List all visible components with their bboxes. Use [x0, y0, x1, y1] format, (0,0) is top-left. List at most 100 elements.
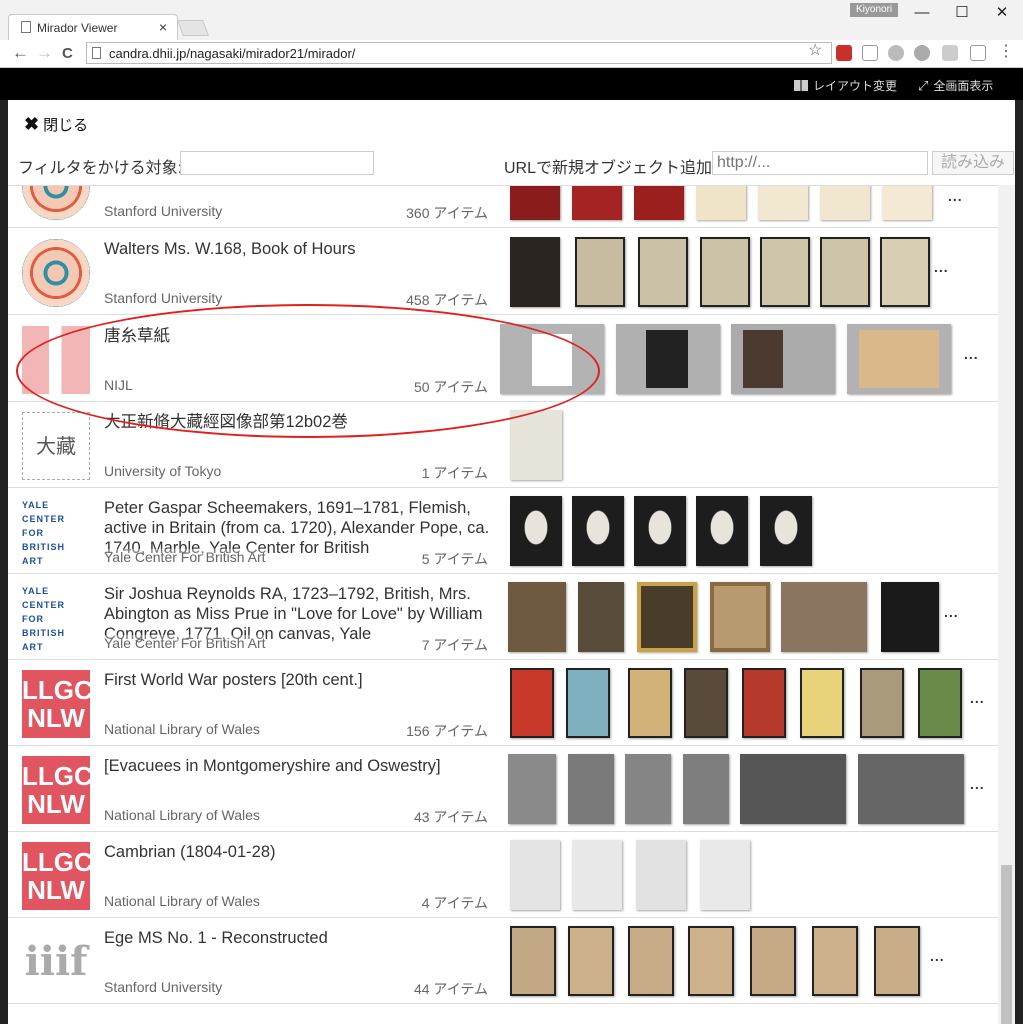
thumbnail[interactable]	[874, 926, 920, 996]
more-button[interactable]: ...	[948, 188, 963, 204]
maximize-button[interactable]: ☐	[942, 2, 982, 26]
more-button[interactable]: ...	[944, 604, 959, 620]
browser-tab[interactable]: Mirador Viewer ×	[8, 14, 178, 40]
bookmark-star-icon[interactable]: ☆	[808, 40, 822, 60]
thumbnail[interactable]	[696, 186, 746, 220]
thumbnail[interactable]	[700, 840, 750, 910]
globe-extension-icon[interactable]	[914, 45, 930, 61]
thumbnail[interactable]	[572, 496, 624, 566]
list-item[interactable]: YALE CENTER FOR BRITISH ART Sir Joshua R…	[8, 574, 998, 660]
thumbnail[interactable]	[820, 237, 870, 307]
thumbnail[interactable]	[858, 754, 964, 824]
provider-name: University of Tokyo	[104, 463, 222, 479]
thumbnail[interactable]	[566, 668, 610, 738]
thumbnail[interactable]	[578, 582, 624, 652]
minimize-button[interactable]: —	[902, 2, 942, 26]
thumbnail[interactable]	[637, 582, 697, 652]
list-item[interactable]: LLGC NLW [Evacuees in Montgomeryshire an…	[8, 746, 998, 832]
manifest-url-input[interactable]	[712, 151, 928, 175]
thumbnail[interactable]	[710, 582, 770, 652]
circle-extension-icon[interactable]	[888, 45, 904, 61]
more-button[interactable]: ...	[934, 259, 949, 275]
tab-close-icon[interactable]: ×	[159, 19, 167, 35]
thumbnail[interactable]	[634, 496, 686, 566]
thumbnail[interactable]	[683, 754, 729, 824]
thumbnail[interactable]	[510, 496, 562, 566]
document-extension-icon[interactable]	[862, 45, 878, 61]
thumbnail[interactable]	[880, 237, 930, 307]
change-layout-button[interactable]: レイアウト変更	[794, 77, 897, 94]
thumbnail[interactable]	[684, 668, 728, 738]
thumbnail[interactable]	[742, 668, 786, 738]
scrollbar-thumb[interactable]	[1001, 865, 1012, 1024]
thumbnail[interactable]	[696, 496, 748, 566]
thumbnail[interactable]	[616, 324, 720, 394]
thumbnail[interactable]	[918, 668, 962, 738]
more-button[interactable]: ...	[964, 346, 979, 362]
list-item[interactable]: 唐糸草紙 NIJL 50 アイテム ...	[8, 316, 998, 402]
thumbnail[interactable]	[760, 496, 812, 566]
thumbnail[interactable]	[636, 840, 686, 910]
more-button[interactable]: ...	[930, 948, 945, 964]
puzzle-extension-icon[interactable]	[942, 45, 958, 61]
thumbnail[interactable]	[700, 237, 750, 307]
thumbnail[interactable]	[628, 668, 672, 738]
thumbnail[interactable]	[568, 926, 614, 996]
profile-badge[interactable]: Kiyonori	[850, 3, 899, 17]
thumbnail[interactable]	[510, 186, 560, 220]
list-item[interactable]: iiif Ege MS No. 1 - Reconstructed Stanfo…	[8, 918, 998, 1004]
thumbnail[interactable]	[510, 840, 560, 910]
thumbnail[interactable]	[510, 237, 560, 307]
list-item[interactable]: LLGC NLW First World War posters [20th c…	[8, 660, 998, 746]
list-item[interactable]: Stanford University 360 アイテム ...	[8, 186, 998, 228]
thumbnail[interactable]	[510, 926, 556, 996]
thumbnail[interactable]	[628, 926, 674, 996]
load-button[interactable]: 読み込み	[932, 151, 1014, 175]
thumbnail[interactable]	[510, 668, 554, 738]
thumbnail[interactable]	[847, 324, 951, 394]
thumbnail[interactable]	[820, 186, 870, 220]
back-button[interactable]: ←	[12, 43, 29, 63]
thumbnail[interactable]	[500, 324, 604, 394]
thumbnail[interactable]	[688, 926, 734, 996]
thumbnail[interactable]	[781, 582, 867, 652]
thumbnail[interactable]	[510, 410, 562, 480]
provider-name: NIJL	[104, 377, 133, 393]
pdf-extension-icon[interactable]	[836, 45, 852, 61]
thumbnail[interactable]	[508, 754, 556, 824]
thumbnail[interactable]	[568, 754, 614, 824]
list-item[interactable]: 大藏 大正新脩大藏經図像部第12b02巻 University of Tokyo…	[8, 402, 998, 488]
thumbnail[interactable]	[572, 840, 622, 910]
thumbnail[interactable]	[731, 324, 835, 394]
more-button[interactable]: ...	[970, 690, 985, 706]
thumbnail[interactable]	[634, 186, 684, 220]
thumbnail[interactable]	[812, 926, 858, 996]
thumbnail[interactable]	[572, 186, 622, 220]
fullscreen-button[interactable]: ⤢ 全画面表示	[918, 77, 993, 94]
thumbnail[interactable]	[575, 237, 625, 307]
thumbnail[interactable]	[860, 668, 904, 738]
more-button[interactable]: ...	[970, 776, 985, 792]
thumbnail[interactable]	[508, 582, 566, 652]
list-item[interactable]: YALE CENTER FOR BRITISH ART Peter Gaspar…	[8, 488, 998, 574]
menu-icon[interactable]: ⋮	[998, 44, 1014, 61]
thumbnail[interactable]	[800, 668, 844, 738]
window-close-button[interactable]: ✕	[982, 2, 1022, 26]
list-item[interactable]: LLGC NLW Cambrian (1804-01-28) National …	[8, 832, 998, 918]
thumbnail[interactable]	[740, 754, 846, 824]
new-tab-button[interactable]	[177, 20, 209, 36]
reload-button[interactable]: C	[62, 45, 73, 62]
thumbnail[interactable]	[758, 186, 808, 220]
thumbnail[interactable]	[760, 237, 810, 307]
thumbnail[interactable]	[882, 186, 932, 220]
bookmark-extension-icon[interactable]	[970, 45, 986, 61]
thumbnail[interactable]	[638, 237, 688, 307]
address-bar[interactable]: candra.dhii.jp/nagasaki/mirador21/mirado…	[86, 42, 832, 64]
close-dialog-button[interactable]: ✖ 閉じる	[24, 114, 88, 135]
filter-input[interactable]	[180, 151, 374, 175]
list-item[interactable]: Walters Ms. W.168, Book of Hours Stanfor…	[8, 229, 998, 315]
thumbnail[interactable]	[881, 582, 939, 652]
forward-button[interactable]: →	[36, 43, 53, 63]
thumbnail[interactable]	[750, 926, 796, 996]
thumbnail[interactable]	[625, 754, 671, 824]
